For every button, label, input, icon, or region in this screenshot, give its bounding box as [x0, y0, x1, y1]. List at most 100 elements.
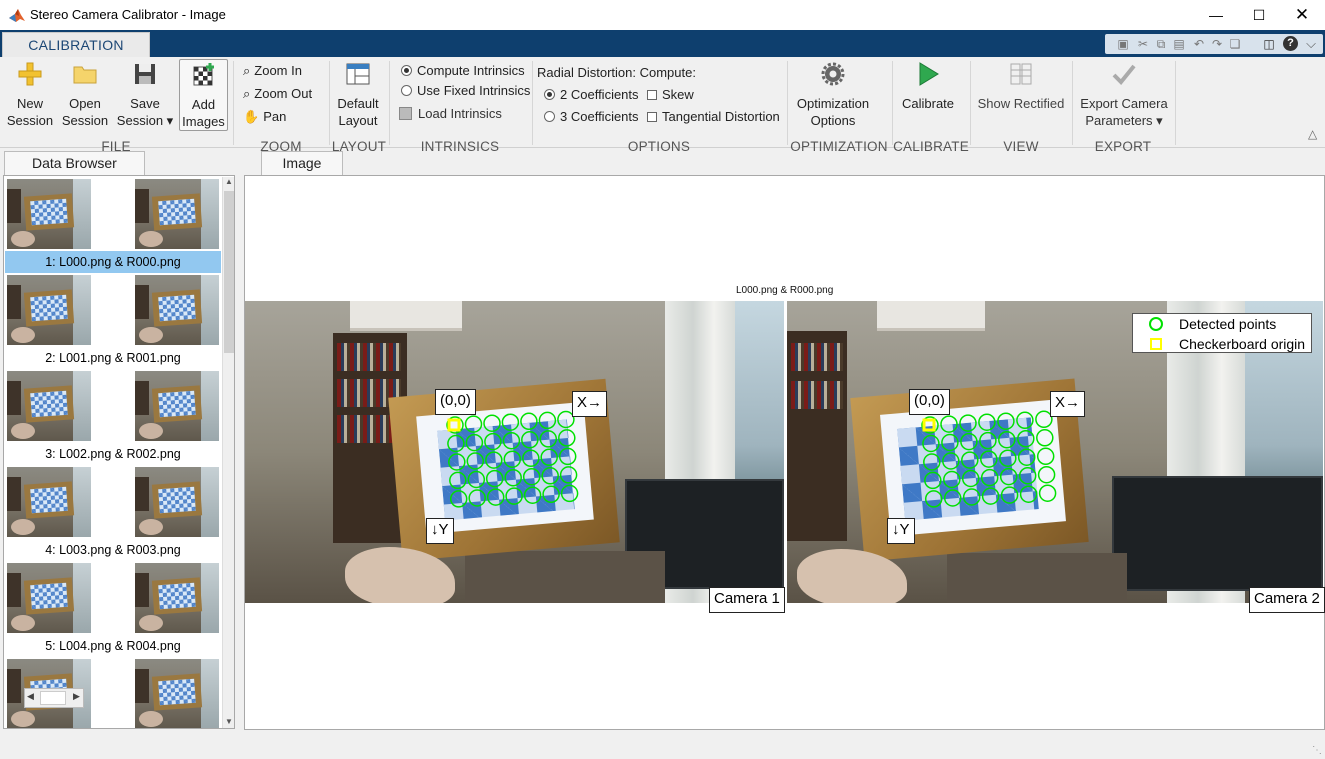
show-rectified-button[interactable]: Show Rectified — [975, 61, 1067, 112]
window-title: Stereo Camera Calibrator - Image — [30, 7, 226, 22]
list-item[interactable]: 1: L000.png & R000.png — [5, 177, 221, 273]
right-image-thumbnail — [135, 563, 219, 633]
green-circle-icon — [1149, 317, 1163, 331]
detected-point — [484, 432, 502, 451]
switch-windows-icon[interactable]: ❏ — [1227, 36, 1243, 52]
tangential-distortion-checkbox[interactable]: Tangential Distortion — [647, 109, 780, 124]
new-session-button[interactable]: New Session — [6, 61, 54, 129]
zoom-out-button[interactable]: ⌕ Zoom Out — [243, 86, 312, 102]
add-images-icon — [193, 63, 214, 86]
export-camera-parameters-button[interactable]: Export Camera Parameters ▾ — [1077, 61, 1171, 129]
yellow-square-icon — [1150, 338, 1162, 350]
export-camera-label: Export Camera Parameters ▾ — [1080, 96, 1168, 128]
left-image-thumbnail — [7, 371, 91, 441]
quick-access-menu-icon[interactable]: ⌵ — [1303, 36, 1319, 52]
legend-detected-points: Detected points — [1133, 314, 1313, 334]
detected-points-overlay — [446, 410, 579, 508]
section-export: EXPORT — [1094, 139, 1152, 154]
panel-splitter[interactable] — [240, 150, 243, 730]
undo-icon[interactable]: ↶ — [1191, 36, 1207, 52]
toolstrip: New Session Open Session Save Session ▾ Add… — [0, 57, 1325, 154]
left-image-thumbnail — [7, 563, 91, 633]
divider — [329, 61, 330, 145]
radio-selected-icon — [544, 89, 555, 100]
detected-point — [1019, 485, 1038, 503]
detected-point — [520, 412, 538, 431]
play-icon — [919, 62, 939, 86]
detected-point — [923, 453, 941, 471]
vertical-scrollbar[interactable]: ▲ ▼ — [222, 177, 234, 728]
detected-point — [1016, 411, 1034, 430]
tab-calibration[interactable]: CALIBRATION — [2, 32, 150, 57]
divider — [1175, 61, 1176, 145]
checkerboard-origin-marker — [922, 418, 936, 432]
list-item-caption: 1: L000.png & R000.png — [5, 251, 221, 273]
detected-point — [1017, 429, 1035, 448]
y-axis-label: ↓Y — [887, 518, 915, 544]
help-icon[interactable]: ? — [1283, 36, 1298, 51]
pan-button[interactable]: ✋ Pan — [243, 109, 286, 125]
open-session-button[interactable]: Open Session — [60, 61, 110, 129]
scroll-up-icon[interactable]: ▲ — [225, 177, 233, 186]
collapse-toolstrip-icon[interactable]: △ — [1308, 127, 1317, 141]
default-layout-button[interactable]: Default Layout — [332, 61, 384, 129]
skew-checkbox[interactable]: Skew — [647, 87, 694, 102]
zoom-in-button[interactable]: ⌕ Zoom In — [243, 63, 302, 79]
list-item[interactable]: 3: L002.png & R002.png — [5, 369, 221, 465]
legend: Detected points Checkerboard origin — [1132, 313, 1312, 353]
right-image-thumbnail — [135, 659, 219, 728]
checkbox-icon — [647, 112, 657, 122]
tab-data-browser[interactable]: Data Browser — [4, 151, 145, 175]
detected-point — [997, 412, 1015, 430]
scrollbar-thumb[interactable] — [224, 191, 234, 353]
close-icon[interactable]: ✕ — [1279, 0, 1325, 30]
redo-icon[interactable]: ↷ — [1209, 36, 1225, 52]
divider — [532, 61, 533, 145]
scroll-right-icon[interactable]: ▶ — [73, 691, 80, 702]
tab-image[interactable]: Image — [261, 151, 343, 175]
resize-grip-icon[interactable]: ⋱ — [1312, 745, 1322, 756]
scroll-left-icon[interactable]: ◀ — [27, 691, 34, 702]
detected-point — [978, 413, 996, 431]
checkmark-icon — [1112, 64, 1136, 85]
calibrate-button[interactable]: Calibrate — [897, 61, 959, 112]
right-image-thumbnail — [135, 371, 219, 441]
scroll-down-icon[interactable]: ▼ — [225, 717, 233, 726]
detected-point — [1036, 429, 1054, 447]
use-fixed-intrinsics-radio[interactable]: Use Fixed Intrinsics — [401, 83, 530, 98]
optimization-options-button[interactable]: Optimization Options — [792, 61, 874, 129]
window-layout-icon[interactable]: ◫ — [1261, 36, 1277, 52]
detected-point — [941, 433, 959, 452]
detected-point — [485, 469, 504, 488]
detected-point — [961, 469, 980, 488]
list-item-caption: 4: L003.png & R003.png — [45, 543, 181, 557]
scrollbar-thumb[interactable] — [40, 691, 66, 705]
detected-point — [558, 429, 576, 447]
compute-intrinsics-radio[interactable]: Compute Intrinsics — [401, 63, 525, 78]
quick-access-toolbar: ▣ ✂ ⧉ ▤ ↶ ↷ ❏ ◫ ? ⌵ — [1105, 34, 1323, 54]
detected-point — [468, 489, 486, 507]
list-item[interactable]: 5: L004.png & R004.png — [5, 561, 221, 657]
plot-title: L000.png & R000.png — [736, 285, 834, 296]
list-item[interactable]: 2: L001.png & R001.png — [5, 273, 221, 369]
two-coefficients-radio[interactable]: 2 Coefficients — [544, 87, 639, 102]
maximize-icon[interactable]: ☐ — [1236, 0, 1282, 30]
divider — [1072, 61, 1073, 145]
save-icon[interactable]: ▣ — [1115, 36, 1131, 52]
detected-point — [522, 449, 540, 468]
minimize-icon[interactable]: — — [1193, 0, 1239, 30]
load-intrinsics-button[interactable]: Load Intrinsics — [399, 106, 502, 121]
list-item[interactable]: 4: L003.png & R003.png — [5, 465, 221, 561]
cut-icon[interactable]: ✂ — [1135, 36, 1151, 52]
three-coefficients-radio[interactable]: 3 Coefficients — [544, 109, 639, 124]
detected-point — [979, 431, 997, 450]
paste-icon[interactable]: ▤ — [1171, 36, 1187, 52]
horizontal-scrollbar[interactable]: ◀ ▶ — [24, 688, 84, 708]
detected-point — [924, 471, 942, 490]
copy-icon[interactable]: ⧉ — [1153, 36, 1169, 52]
save-session-button[interactable]: Save Session ▾ — [116, 61, 174, 129]
add-images-button[interactable]: Add Images — [179, 59, 228, 131]
detected-point — [504, 468, 522, 487]
calibrate-label: Calibrate — [901, 96, 955, 111]
detected-point — [924, 490, 943, 508]
